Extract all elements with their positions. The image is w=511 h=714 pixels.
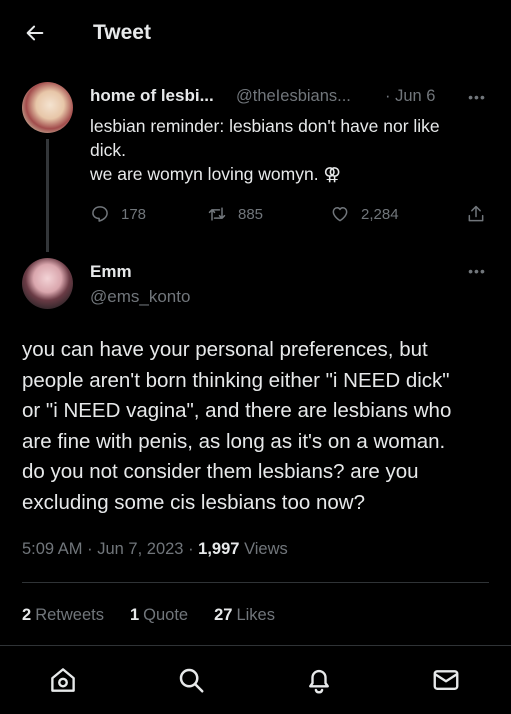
back-button[interactable]: [22, 20, 48, 46]
text-line: or "i NEED vagina", and there are lesbia…: [22, 399, 452, 422]
retweet-icon: [208, 207, 226, 221]
search-icon: [179, 668, 204, 693]
text-line: do you not consider them lesbians? are y…: [22, 460, 419, 483]
page-title: Tweet: [93, 21, 151, 44]
like-button[interactable]: 2,284: [330, 204, 399, 224]
quotes-count: 1: [129, 606, 140, 624]
heart-icon: [332, 207, 348, 222]
text-line: you can have your personal preferences, …: [22, 338, 428, 361]
retweet-count: 885: [238, 205, 264, 223]
retweets-stat[interactable]: 2 Retweets: [22, 606, 104, 625]
parent-date[interactable]: · Jun 6: [385, 87, 435, 106]
share-icon: [468, 205, 484, 222]
likes-label: Likes: [236, 606, 275, 624]
engagement-stats: 2 Retweets 1 Quote 27 Likes: [22, 606, 301, 625]
tweet-page: Tweet home of lesbi... @theIesbians... ·…: [0, 0, 511, 714]
reply-count: 178: [121, 205, 147, 223]
tweet-time[interactable]: 5:09 AM: [22, 540, 83, 558]
divider: [22, 582, 489, 583]
top-bar: Tweet: [0, 0, 511, 66]
separator: ·: [188, 540, 194, 558]
text-line: lesbian reminder: lesbians don't have no…: [90, 116, 440, 136]
views-count: 1,997: [198, 540, 240, 558]
retweets-count: 2: [22, 606, 32, 624]
thread-connector: [46, 139, 49, 252]
author-handle[interactable]: @ems_konto: [90, 287, 190, 307]
retweet-button[interactable]: 885: [207, 204, 263, 224]
reply-icon: [92, 206, 108, 222]
retweets-label: Retweets: [35, 606, 104, 624]
share-button[interactable]: [466, 204, 497, 224]
more-options-icon[interactable]: •••: [466, 88, 488, 106]
arrow-left-icon: [26, 25, 44, 41]
text-line: dick.: [90, 140, 126, 160]
tweet-date[interactable]: Jun 7, 2023: [97, 540, 183, 558]
parent-display-name[interactable]: home of lesbi...: [90, 86, 214, 106]
nav-notifications[interactable]: [302, 663, 336, 697]
likes-stat[interactable]: 27 Likes: [214, 606, 275, 625]
tweet-text: you can have your personal preferences, …: [22, 335, 492, 518]
tweet-meta: 5:09 AM · Jun 7, 2023 · 1,997 Views: [22, 540, 288, 559]
avatar[interactable]: [22, 258, 73, 309]
avatar[interactable]: [22, 82, 73, 133]
parent-tweet-text: lesbian reminder: lesbians don't have no…: [90, 114, 495, 186]
parent-action-bar: 178 885 2,284: [90, 204, 495, 228]
views-label: Views: [244, 540, 288, 558]
text-line: we are womyn loving womyn. ⚢: [90, 164, 341, 184]
more-options-icon[interactable]: •••: [466, 262, 488, 280]
bottom-nav: [0, 646, 511, 714]
notifications-icon: [309, 669, 329, 694]
nav-home[interactable]: [46, 663, 80, 697]
text-line: are fine with penis, as long as it's on …: [22, 429, 446, 453]
quotes-stat[interactable]: 1 Quote: [130, 606, 188, 625]
author-display-name[interactable]: Emm: [90, 262, 132, 282]
parent-handle[interactable]: @theIesbians...: [236, 87, 351, 106]
nav-search[interactable]: [174, 663, 208, 697]
reply-button[interactable]: 178: [90, 204, 146, 224]
nav-messages[interactable]: [429, 663, 463, 697]
messages-icon: [433, 670, 459, 690]
text-line: people aren't born thinking either "i NE…: [22, 368, 450, 392]
text-line: excluding some cis lesbians too now?: [22, 490, 365, 514]
like-count: 2,284: [361, 205, 399, 223]
home-icon: [51, 668, 75, 692]
separator: ·: [87, 540, 93, 558]
quotes-label: Quote: [143, 606, 189, 624]
likes-count: 27: [214, 606, 233, 624]
